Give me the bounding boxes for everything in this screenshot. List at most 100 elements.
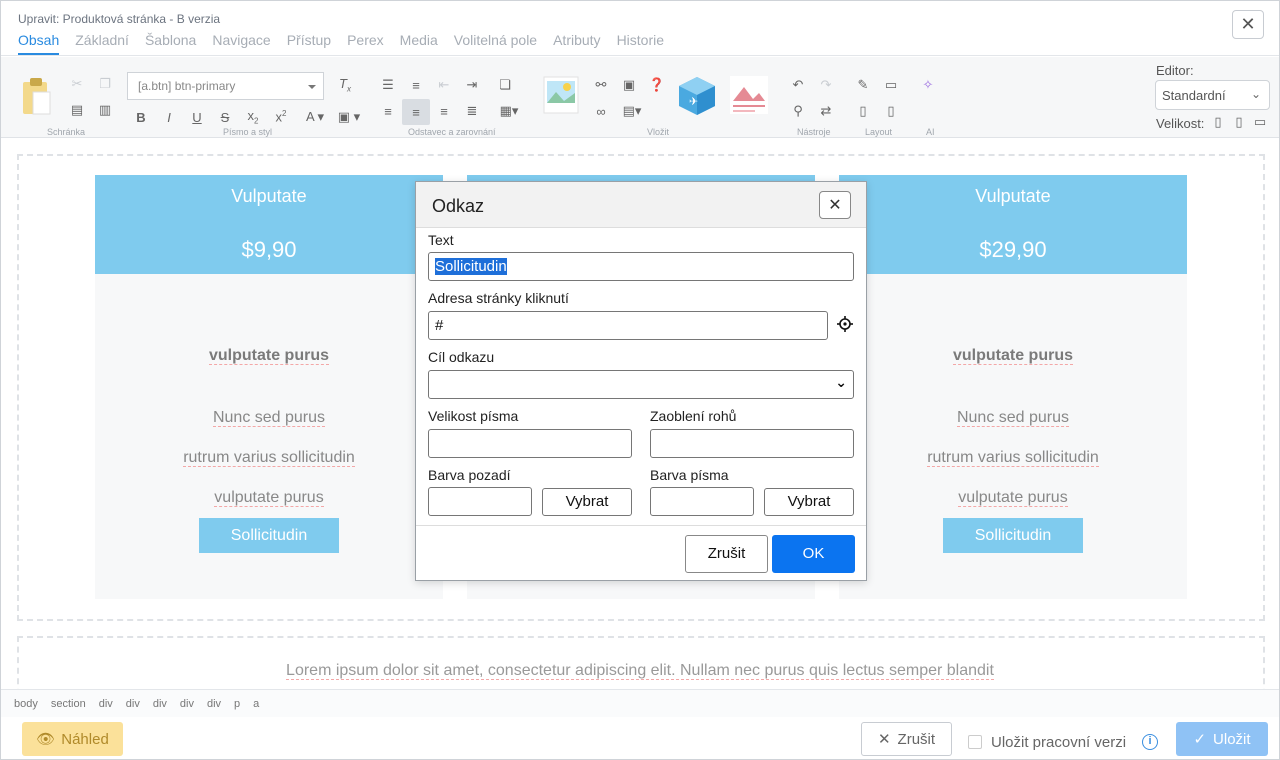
size-tablet-button[interactable]: ▯: [1230, 111, 1248, 133]
justify-button[interactable]: ≣: [461, 100, 483, 122]
mobile-view-button[interactable]: ▯: [880, 100, 902, 122]
card-header: Vulputate $29,90: [839, 175, 1187, 274]
close-window-button[interactable]: ✕: [1232, 10, 1264, 39]
replace-button[interactable]: ⇄: [815, 100, 837, 122]
group-label-font: Písmo a styl: [223, 127, 273, 137]
paste-text-button[interactable]: ▤: [66, 99, 88, 121]
link-button[interactable]: ∞: [590, 100, 612, 122]
tab-pristup[interactable]: Přístup: [287, 32, 331, 55]
card-button[interactable]: Sollicitudin: [943, 518, 1083, 553]
path-item[interactable]: div: [207, 698, 221, 710]
path-item[interactable]: div: [99, 698, 113, 710]
dialog-ok-button[interactable]: OK: [772, 535, 855, 573]
table-button[interactable]: ▦▾: [494, 100, 524, 122]
target-select[interactable]: ⌄: [428, 370, 854, 399]
edit-layout-button[interactable]: ✎: [852, 74, 874, 96]
underline-button[interactable]: U: [186, 106, 208, 128]
card-feature: rutrum varius sollicitudin: [927, 449, 1099, 467]
path-item[interactable]: a: [253, 698, 259, 710]
redo-button[interactable]: ↷: [815, 74, 837, 96]
preview-button[interactable]: 👁 Náhled: [22, 722, 123, 756]
help-button[interactable]: ❓: [646, 74, 668, 96]
bullet-list-button[interactable]: ☰: [377, 74, 399, 96]
dialog-close-button[interactable]: ✕: [819, 191, 851, 219]
align-center-button[interactable]: ≡: [402, 99, 430, 125]
insert-banner-button[interactable]: [729, 75, 769, 115]
size-mobile-button[interactable]: ▯: [1209, 111, 1227, 133]
window-header: Upravit: Produktová stránka - B verzia O…: [1, 1, 1279, 56]
info-icon[interactable]: i: [1142, 734, 1158, 750]
paste-word-button[interactable]: ▥: [94, 99, 116, 121]
save-draft-checkbox[interactable]: [968, 735, 982, 749]
desktop-view-button[interactable]: ▭: [880, 74, 902, 96]
font-color-input[interactable]: [650, 487, 754, 516]
path-item[interactable]: div: [153, 698, 167, 710]
numbered-list-button[interactable]: ≡: [405, 74, 427, 96]
tablet-view-button[interactable]: ▯: [852, 100, 874, 122]
remove-format-button[interactable]: Tx: [334, 74, 356, 96]
tab-atributy[interactable]: Atributy: [553, 32, 600, 55]
crosshair-icon[interactable]: [837, 316, 853, 332]
find-button[interactable]: ⚲: [787, 100, 809, 122]
font-size-input[interactable]: [428, 429, 632, 458]
bg-color-button[interactable]: ▣ ▾: [335, 106, 363, 128]
blockquote-icon: ❏: [499, 77, 511, 92]
text-input[interactable]: Sollicitudin: [428, 252, 854, 281]
tab-historie[interactable]: Historie: [617, 32, 664, 55]
unlink-button[interactable]: ⚯: [590, 74, 612, 96]
font-color-pick-button[interactable]: Vybrat: [764, 488, 854, 516]
svg-text:✈: ✈: [689, 96, 698, 108]
styles-select[interactable]: [a.btn] btn-primary: [127, 72, 324, 100]
ai-button[interactable]: ✧: [917, 74, 939, 96]
text-color-button[interactable]: A ▾: [301, 106, 329, 128]
path-item[interactable]: p: [234, 698, 240, 710]
font-color-label: Barva písma: [650, 467, 729, 483]
subscript-button[interactable]: x2: [242, 106, 264, 128]
tab-zakladni[interactable]: Základní: [75, 32, 129, 55]
bg-color-icon: ▣ ▾: [337, 109, 361, 124]
align-right-button[interactable]: ≡: [433, 100, 455, 122]
form-button[interactable]: ▤▾: [618, 100, 646, 122]
tab-volitelna-pole[interactable]: Volitelná pole: [454, 32, 537, 55]
bg-color-pick-button[interactable]: Vybrat: [542, 488, 632, 516]
insert-image-button[interactable]: [543, 76, 579, 114]
save-draft-label[interactable]: Uložit pracovní verzi: [991, 734, 1126, 751]
tab-navigace[interactable]: Navigace: [212, 32, 270, 55]
undo-button[interactable]: ↶: [787, 74, 809, 96]
copy-button[interactable]: ❐: [94, 73, 116, 95]
insert-component-button[interactable]: ✈: [677, 75, 717, 117]
media-button[interactable]: ▣: [618, 74, 640, 96]
save-button[interactable]: ✓ Uložit: [1176, 722, 1268, 756]
path-item[interactable]: div: [180, 698, 194, 710]
superscript-button[interactable]: x2: [270, 106, 292, 128]
italic-button[interactable]: I: [158, 106, 180, 128]
cut-button[interactable]: ✂: [66, 73, 88, 95]
indent-button[interactable]: ⇥: [461, 74, 483, 96]
strike-button[interactable]: S: [214, 106, 236, 128]
path-item[interactable]: body: [14, 698, 38, 710]
bg-color-input[interactable]: [428, 487, 532, 516]
card-title: Vulputate: [231, 186, 307, 206]
bg-color-label: Barva pozadí: [428, 467, 511, 483]
path-item[interactable]: div: [126, 698, 140, 710]
radius-input[interactable]: [650, 429, 854, 458]
card-button[interactable]: Sollicitudin: [199, 518, 339, 553]
paste-button[interactable]: [19, 75, 53, 117]
tab-sablona[interactable]: Šablona: [145, 32, 196, 55]
dialog-cancel-button[interactable]: Zrušit: [685, 535, 768, 573]
outdent-button[interactable]: ⇤: [433, 74, 455, 96]
size-desktop-button[interactable]: ▭: [1251, 111, 1269, 133]
blockquote-button[interactable]: ❏: [494, 74, 516, 96]
cancel-button[interactable]: ✕ Zrušit: [861, 722, 952, 756]
path-item[interactable]: section: [51, 698, 86, 710]
url-input[interactable]: #: [428, 311, 828, 340]
align-left-button[interactable]: ≡: [377, 100, 399, 122]
sparkle-icon: ✧: [922, 77, 934, 92]
editor-select[interactable]: Standardní ⌄: [1155, 80, 1270, 110]
tab-obsah[interactable]: Obsah: [18, 32, 60, 55]
tab-perex[interactable]: Perex: [347, 32, 384, 55]
replace-icon: ⇄: [820, 103, 832, 118]
bold-button[interactable]: B: [130, 106, 152, 128]
unlink-icon: ⚯: [595, 77, 607, 92]
tab-media[interactable]: Media: [400, 32, 438, 55]
